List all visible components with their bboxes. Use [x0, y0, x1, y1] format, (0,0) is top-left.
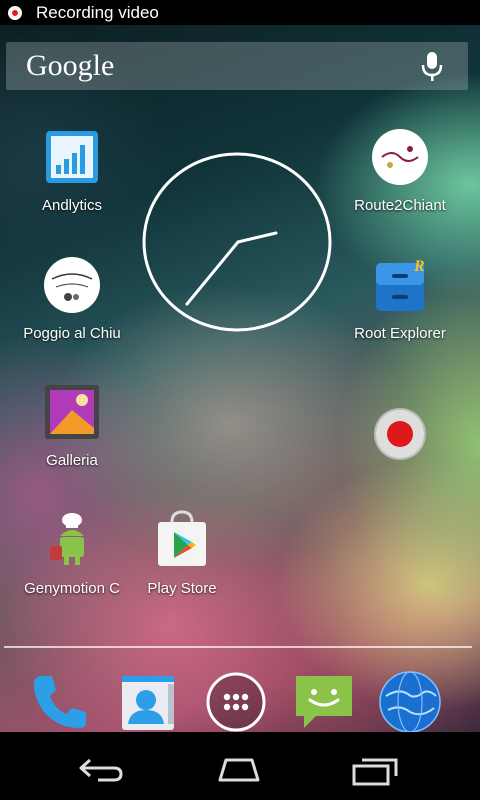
messaging-icon[interactable]	[292, 670, 356, 734]
app-label-route2chianti: Route2Chiant	[354, 197, 446, 214]
microphone-icon[interactable]	[420, 50, 444, 82]
app-drawer-icon[interactable]	[204, 670, 268, 734]
bar-chart-icon	[46, 131, 98, 183]
app-genymotion[interactable]: Genymotion C	[12, 510, 132, 597]
recording-indicator-icon	[8, 5, 22, 20]
play-store-icon	[158, 510, 206, 566]
recording-status-text: Recording video	[36, 2, 159, 22]
home-icon[interactable]	[212, 756, 266, 784]
app-play-store[interactable]: Play Store	[122, 510, 242, 597]
status-bar: Recording video	[0, 0, 480, 25]
recents-icon[interactable]	[350, 756, 400, 786]
contacts-icon[interactable]	[116, 670, 180, 734]
svg-text:R: R	[413, 258, 425, 275]
poggio-al-chiuso-logo-icon	[44, 257, 100, 313]
app-poggio-al-chiuso[interactable]: Poggio al Chiu	[12, 255, 132, 342]
app-root-explorer[interactable]: R Root Explorer	[340, 255, 460, 342]
globe-icon[interactable]	[378, 670, 442, 734]
app-route2chianti[interactable]: Route2Chiant	[340, 127, 460, 214]
android-chef-icon	[50, 513, 84, 565]
google-logo: Google	[26, 49, 115, 82]
file-cabinet-icon: R	[376, 258, 425, 311]
app-andlytics[interactable]: Andlytics	[12, 127, 132, 214]
app-label-play-store: Play Store	[147, 580, 217, 597]
record-icon[interactable]	[370, 404, 430, 464]
app-label-poggio-al-chiuso: Poggio al Chiu	[23, 325, 121, 342]
gallery-icon	[45, 385, 99, 439]
app-label-root-explorer: Root Explorer	[354, 325, 446, 342]
google-search-bar[interactable]: Google	[6, 42, 468, 90]
analog-clock[interactable]	[140, 151, 334, 333]
navigation-bar	[0, 732, 480, 800]
app-galleria[interactable]: Galleria	[12, 382, 132, 469]
app-label-andlytics: Andlytics	[41, 197, 103, 214]
back-icon[interactable]	[78, 756, 124, 784]
phone-icon[interactable]	[28, 670, 92, 734]
app-label-galleria: Galleria	[46, 452, 98, 469]
dock-divider	[4, 646, 472, 648]
app-label-genymotion: Genymotion C	[24, 580, 120, 597]
route2chianti-logo-icon	[372, 129, 428, 185]
